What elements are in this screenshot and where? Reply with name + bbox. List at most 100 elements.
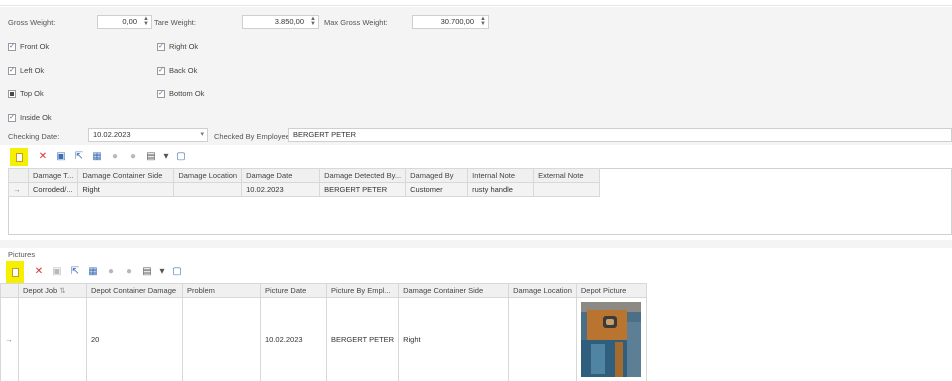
checkbox-indeterminate-icon [8,89,16,98]
table-cell[interactable] [182,297,261,381]
checkbox-check-icon: ✓ [157,42,165,51]
column-header[interactable]: Problem [182,283,261,298]
new-record-button[interactable] [10,148,28,166]
layout-button[interactable]: ▤ [142,148,160,166]
column-header[interactable]: Damage Detected By... [319,168,407,183]
table-cell[interactable]: Customer [405,182,469,197]
new-picture-button[interactable] [6,261,24,283]
layout-picture-dropdown[interactable]: ▾ [156,263,168,281]
tare-weight-label: Tare Weight: [154,18,196,27]
previous-button[interactable]: ● [106,148,124,166]
layout-icon: ▤ [142,266,152,277]
column-header[interactable]: Damage Location [508,283,577,298]
column-header[interactable]: Damage Container Side [77,168,175,183]
back-ok-checkbox[interactable]: ✓ Back Ok [157,66,197,75]
table-cell[interactable]: Corroded/... [27,182,79,197]
depot-picture-thumbnail[interactable] [581,302,642,377]
row-indicator-header [0,283,19,298]
export-picture-button[interactable]: ⇱ [66,263,84,281]
spin-arrows-icon[interactable]: ▲ ▼ [143,16,149,27]
table-cell[interactable]: Right [77,182,175,197]
delete-picture-button[interactable]: ✕ [30,263,48,281]
delete-button[interactable]: ✕ [34,148,52,166]
front-ok-checkbox[interactable]: ✓ Front Ok [8,42,49,51]
columns-icon: ▦ [92,151,102,162]
row-indicator-header [8,168,29,183]
table-cell[interactable]: 10.02.2023 [260,297,327,381]
column-header[interactable]: Depot Picture [575,283,647,298]
column-header-label: Depot Job [23,286,58,295]
column-header[interactable]: Damage Date [241,168,321,183]
column-header[interactable]: Damage T... [27,168,79,183]
previous-picture-button[interactable]: ● [102,263,120,281]
table-cell[interactable] [173,182,243,197]
sort-icon: ⇅ [59,286,66,295]
spin-arrows-icon[interactable]: ▲ ▼ [480,16,486,27]
depot-picture-cell[interactable] [575,297,647,381]
delete-icon: ✕ [34,266,44,277]
top-ok-checkbox[interactable]: Top Ok [8,89,44,98]
checked-by-label: Checked By Employee: [214,132,292,141]
column-header[interactable]: Damage Location [173,168,243,183]
save-picture-button[interactable]: ▣ [48,263,66,281]
top-ok-label: Top Ok [20,89,44,98]
table-row[interactable]: → Corroded/... Right 10.02.2023 BERGERT … [8,182,601,197]
export-button[interactable]: ⇱ [70,148,88,166]
column-header[interactable]: Depot Container Damage [86,283,183,298]
checkbox-check-icon: ✓ [8,66,16,75]
dropdown-arrow-icon: ▾ [159,266,165,277]
columns-picture-button[interactable]: ▦ [84,263,102,281]
circle-icon: ● [111,151,119,162]
checkbox-check-icon: ✓ [8,113,16,122]
table-cell[interactable]: BERGERT PETER [325,297,400,381]
front-ok-label: Front Ok [20,42,50,51]
next-picture-button[interactable]: ● [120,263,138,281]
column-header[interactable]: Depot Job ⇅ [18,283,87,298]
layout-dropdown[interactable]: ▾ [160,148,172,166]
checked-by-value: BERGERT PETER [293,130,357,139]
circle-icon: ● [129,151,137,162]
table-row[interactable]: → 20 10.02.2023 BERGERT PETER Right [0,297,647,381]
table-cell[interactable] [18,297,87,381]
table-cell[interactable]: rusty handle [467,182,535,197]
tare-weight-input[interactable]: 3.850,00 ▲ ▼ [242,15,319,29]
columns-button[interactable]: ▦ [88,148,106,166]
bottom-ok-label: Bottom Ok [169,89,205,98]
back-ok-label: Back Ok [169,66,198,75]
column-header[interactable]: Picture By Empl... [325,283,400,298]
table-cell[interactable] [533,182,601,197]
checking-date-input[interactable]: 10.02.2023 ▾ [88,128,208,142]
save-button[interactable]: ▣ [52,148,70,166]
gross-weight-input[interactable]: 0,00 ▲ ▼ [97,15,152,29]
table-cell[interactable]: BERGERT PETER [319,182,407,197]
column-header[interactable]: External Note [533,168,601,183]
checkbox-check-icon: ✓ [157,66,165,75]
bottom-ok-checkbox[interactable]: ✓ Bottom Ok [157,89,204,98]
next-button[interactable]: ● [124,148,142,166]
table-cell[interactable]: Right [398,297,510,381]
table-cell[interactable]: 10.02.2023 [241,182,321,197]
table-cell[interactable] [508,297,577,381]
column-header[interactable]: Picture Date [260,283,327,298]
column-header[interactable]: Damaged By [405,168,469,183]
save-icon: ▣ [52,266,62,277]
checked-by-input[interactable]: BERGERT PETER [288,128,952,142]
preview-button[interactable]: ▢ [172,148,190,166]
row-indicator-icon: → [0,297,19,381]
preview-picture-button[interactable]: ▢ [168,263,186,281]
left-ok-checkbox[interactable]: ✓ Left Ok [8,66,44,75]
dropdown-arrow-icon[interactable]: ▾ [200,129,204,141]
table-cell[interactable]: 20 [86,297,183,381]
inside-ok-checkbox[interactable]: ✓ Inside Ok [8,113,52,122]
damage-table: Damage T... Damage Container Side Damage… [8,168,601,197]
damage-toolbar: ✕ ▣ ⇱ ▦ ● ● ▤ ▾ ▢ [10,148,190,166]
right-ok-checkbox[interactable]: ✓ Right Ok [157,42,198,51]
layout-picture-button[interactable]: ▤ [138,263,156,281]
inside-ok-label: Inside Ok [20,113,52,122]
panel-splitter[interactable] [0,240,952,248]
spin-arrows-icon[interactable]: ▲ ▼ [310,16,316,27]
max-gross-weight-input[interactable]: 30.700,00 ▲ ▼ [412,15,489,29]
circle-icon: ● [107,266,115,277]
column-header[interactable]: Damage Container Side [398,283,510,298]
column-header[interactable]: Internal Note [467,168,535,183]
